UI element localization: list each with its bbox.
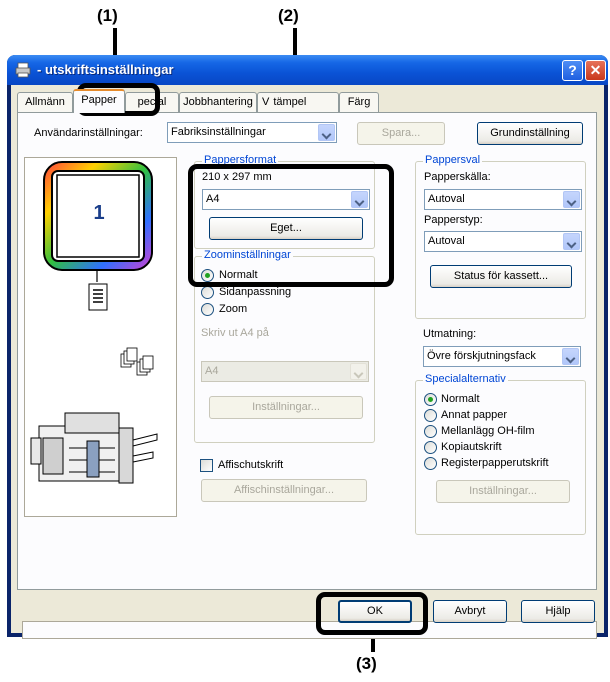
printer-icon [15, 62, 31, 78]
output-value: Övre förskjutningsfack [427, 350, 536, 362]
preview-panel: 1 [24, 157, 177, 517]
chevron-down-icon[interactable] [563, 233, 580, 250]
tab-jobbhantering[interactable]: Jobbhantering [179, 92, 257, 112]
tab-vattenstampel-label-a: V [262, 96, 270, 108]
print-on-label: Skriv ut A4 på [201, 327, 269, 339]
chevron-down-icon [350, 363, 367, 380]
chevron-down-icon[interactable] [563, 191, 580, 208]
print-on-value: A4 [205, 365, 219, 377]
print-on-select: A4 [201, 361, 369, 382]
callout-1: (1) [97, 6, 118, 25]
highlight-ok-button [316, 592, 428, 635]
close-button[interactable]: ✕ [585, 60, 606, 81]
special-options-group: Specialalternativ Normalt Annat papper M… [415, 373, 586, 535]
special-oh-film-label: Mellanlägg OH-film [441, 425, 535, 437]
page-number: 1 [93, 202, 105, 224]
paper-select-group-label: Pappersval [423, 154, 483, 166]
paper-type-label: Papperstyp: [424, 214, 483, 226]
output-label: Utmatning: [423, 328, 477, 340]
special-settings-button: Inställningar... [436, 480, 570, 503]
chevron-down-icon[interactable] [562, 348, 579, 365]
special-tab-paper-radio[interactable] [424, 457, 437, 470]
paper-type-value: Autoval [428, 235, 465, 247]
zoom-zoom-radio[interactable] [201, 303, 214, 316]
poster-label: Affischutskrift [218, 459, 284, 471]
zoom-zoom-label: Zoom [219, 303, 248, 315]
special-copy-radio[interactable] [424, 441, 437, 454]
tab-vattenstampel-label-b: tämpel [273, 96, 307, 108]
paper-source-select[interactable]: Autoval [424, 189, 582, 210]
title-bar[interactable]: - utskriftsinställningar ? ✕ [7, 55, 608, 85]
paper-source-value: Autoval [428, 193, 465, 205]
special-other-paper-label: Annat papper [441, 409, 508, 421]
user-settings-label: Användarinställningar: [34, 127, 143, 139]
poster-checkbox[interactable] [200, 459, 213, 472]
special-normal-radio[interactable] [424, 393, 437, 406]
cassette-status-button[interactable]: Status för kassett... [430, 265, 572, 288]
window-title: - utskriftsinställningar [37, 62, 174, 77]
status-bar [22, 621, 597, 639]
tab-vattenstampel[interactable]: Vtämpel [257, 92, 339, 112]
paper-source-label: Papperskälla: [424, 171, 491, 183]
highlight-paper-format [188, 164, 394, 287]
tab-farg[interactable]: Färg [339, 92, 379, 112]
printer-machine-image [30, 412, 158, 484]
chevron-down-icon[interactable] [318, 124, 335, 141]
special-normal-label: Normalt [441, 393, 480, 405]
paper-type-select[interactable]: Autoval [424, 231, 582, 252]
help-title-button[interactable]: ? [562, 60, 583, 81]
special-copy-label: Kopiautskrift [441, 441, 502, 453]
tab-allmant[interactable]: Allmänn [17, 92, 73, 112]
user-settings-value: Fabriksinställningar [171, 126, 266, 138]
special-options-group-label: Specialalternativ [423, 373, 508, 385]
save-button: Spara... [357, 122, 445, 145]
poster-settings-button: Affischinställningar... [201, 479, 367, 502]
dialog-window: - utskriftsinställningar ? ✕ Allmänn Pap… [7, 55, 608, 639]
callout-3: (3) [356, 654, 377, 673]
user-settings-select[interactable]: Fabriksinställningar [167, 122, 337, 143]
zoom-settings-button: Inställningar... [209, 396, 363, 419]
zoom-fit-radio[interactable] [201, 286, 214, 299]
special-other-paper-radio[interactable] [424, 409, 437, 422]
default-settings-button[interactable]: Grundinställning [477, 122, 583, 145]
tab-papper[interactable]: Papper [73, 89, 125, 113]
special-oh-film-radio[interactable] [424, 425, 437, 438]
help-button[interactable]: Hjälp [521, 600, 595, 623]
cancel-button[interactable]: Avbryt [433, 600, 507, 623]
callout-2: (2) [278, 6, 299, 25]
special-tab-paper-label: Registerpapperutskrift [441, 457, 549, 469]
paper-select-group: Pappersval Papperskälla: Autoval Pappers… [415, 154, 586, 319]
output-select[interactable]: Övre förskjutningsfack [423, 346, 581, 367]
zoom-fit-label: Sidanpassning [219, 286, 292, 298]
